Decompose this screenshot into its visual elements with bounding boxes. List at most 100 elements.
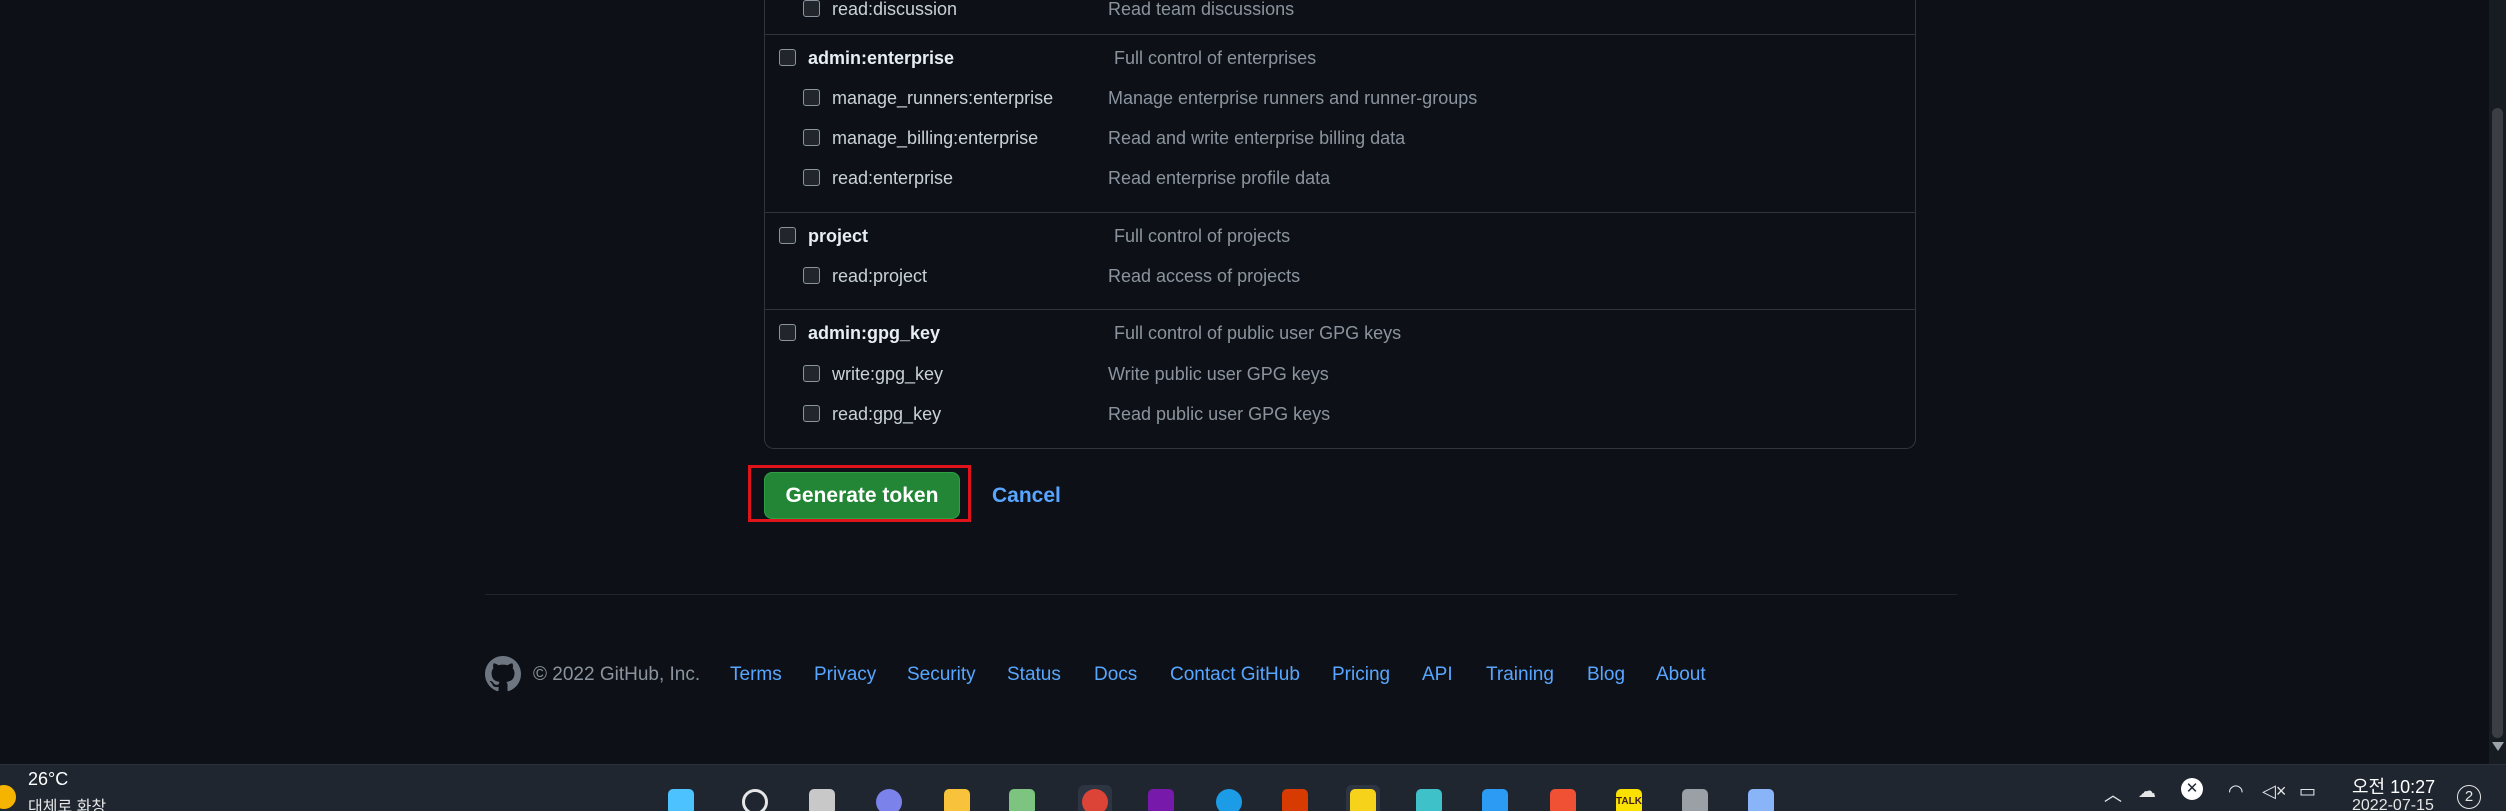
git-icon[interactable] <box>1546 785 1580 811</box>
scope-name: admin:gpg_key <box>808 323 941 343</box>
git-icon-glyph <box>1550 789 1576 811</box>
clock-time[interactable]: 오전 10:27 <box>2352 773 2435 799</box>
sticky-notes-icon[interactable] <box>1346 785 1380 811</box>
footer-divider <box>485 594 1957 595</box>
kakaotalk-icon[interactable]: TALK <box>1612 785 1646 811</box>
office-icon[interactable] <box>1278 785 1312 811</box>
scope-group-divider <box>765 212 1915 213</box>
app-star-icon-glyph <box>1416 789 1442 811</box>
scope-name: read:enterprise <box>832 168 954 188</box>
footer-link-training[interactable]: Training <box>1486 664 1554 686</box>
sticky-notes-icon-glyph <box>1350 789 1376 811</box>
wifi-icon[interactable]: ◠ <box>2228 781 2244 802</box>
settings-icon-glyph <box>1682 789 1708 811</box>
weather-temperature[interactable]: 26°C <box>28 769 68 790</box>
scope-checkbox[interactable] <box>803 129 820 146</box>
notification-count-badge[interactable]: 2 <box>2457 785 2481 809</box>
battery-charging-icon[interactable]: ▭ <box>2299 781 2316 802</box>
notepad-icon[interactable] <box>1005 785 1039 811</box>
chevron-up-icon[interactable]: ︿ <box>2104 781 2122 807</box>
footer-link-contact-github[interactable]: Contact GitHub <box>1170 664 1300 686</box>
search-icon-glyph <box>742 789 768 811</box>
scope-checkbox[interactable] <box>803 169 820 186</box>
scope-row: admin:gpg_key Full control of public user… <box>765 312 1915 352</box>
scope-description: Full control of public user GPG keys <box>1114 323 1402 343</box>
notepad-icon-glyph <box>1009 789 1035 811</box>
scope-name: read:project <box>832 266 928 286</box>
footer: © 2022 GitHub, Inc. Terms Privacy Security… <box>485 656 1957 696</box>
start-icon[interactable] <box>664 785 698 811</box>
footer-link-status[interactable]: Status <box>1007 664 1061 686</box>
scope-checkbox[interactable] <box>803 365 820 382</box>
footer-link-pricing[interactable]: Pricing <box>1332 664 1390 686</box>
scope-name: read:gpg_key <box>832 404 942 424</box>
generate-token-button[interactable]: Generate token <box>764 472 960 519</box>
scope-name: manage_runners:enterprise <box>832 88 1054 108</box>
scope-checkbox[interactable] <box>779 49 796 66</box>
scope-description: Read and write enterprise billing data <box>1108 128 1406 148</box>
scope-checkbox[interactable] <box>803 267 820 284</box>
scope-checkbox[interactable] <box>803 0 820 17</box>
cancel-link[interactable]: Cancel <box>992 484 1061 508</box>
search-icon[interactable] <box>738 785 772 811</box>
calculator-icon[interactable] <box>1744 785 1778 811</box>
onenote-icon[interactable] <box>1144 785 1178 811</box>
scope-row: manage_billing:enterprise Read and write … <box>765 117 1915 157</box>
footer-link-security[interactable]: Security <box>907 664 976 686</box>
footer-link-privacy[interactable]: Privacy <box>814 664 876 686</box>
calculator-icon-glyph <box>1748 789 1774 811</box>
status-x-icon[interactable]: ✕ <box>2181 778 2203 800</box>
volume-muted-icon[interactable]: ◁× <box>2262 781 2286 802</box>
onenote-icon-glyph <box>1148 789 1174 811</box>
scope-checkbox[interactable] <box>779 324 796 341</box>
scope-checkbox[interactable] <box>779 227 796 244</box>
file-explorer-icon-glyph <box>944 789 970 811</box>
scope-group-divider <box>765 309 1915 310</box>
clock-date[interactable]: 2022-07-15 <box>2352 797 2434 811</box>
weather-sun-icon[interactable] <box>0 785 16 809</box>
vscode-icon[interactable] <box>1478 785 1512 811</box>
footer-link-blog[interactable]: Blog <box>1587 664 1625 686</box>
kakaotalk-label: TALK <box>1616 789 1642 811</box>
scope-group-divider <box>765 34 1915 35</box>
app-star-icon[interactable] <box>1412 785 1446 811</box>
scope-name: admin:enterprise <box>808 48 955 68</box>
vscode-icon-glyph <box>1482 789 1508 811</box>
scroll-down-arrow-icon[interactable] <box>2492 742 2504 751</box>
chrome-icon-glyph <box>1082 789 1108 811</box>
scope-row: read:discussion Read team discussions <box>765 0 1915 28</box>
onedrive-icon[interactable]: ☁ <box>2138 781 2156 802</box>
file-explorer-icon[interactable] <box>940 785 974 811</box>
scope-description: Read team discussions <box>1108 0 1295 19</box>
weather-description[interactable]: 대체로 화창 <box>28 793 106 811</box>
scope-description: Read access of projects <box>1108 266 1301 286</box>
scope-checkbox[interactable] <box>803 405 820 422</box>
footer-link-docs[interactable]: Docs <box>1094 664 1137 686</box>
scope-description: Full control of enterprises <box>1114 48 1317 68</box>
scope-description: Read public user GPG keys <box>1108 404 1331 424</box>
scope-description: Full control of projects <box>1114 226 1291 246</box>
scope-name: manage_billing:enterprise <box>832 128 1039 148</box>
scopes-table: read:discussion Read team discussions admi… <box>764 0 1916 449</box>
scope-row: read:gpg_key Read public user GPG keys <box>765 393 1915 433</box>
scope-name: read:discussion <box>832 0 958 19</box>
chrome-icon[interactable] <box>1078 785 1112 811</box>
windows-taskbar: 26°C 대체로 화창 TALK ︿ ☁ ✕ ◠ ◁× ▭ 오전 10:27 2… <box>0 764 2506 811</box>
edge-icon-glyph <box>1216 789 1242 811</box>
scope-row: manage_runners:enterprise Manage enterpri… <box>765 77 1915 117</box>
scrollbar-thumb[interactable] <box>2492 108 2503 738</box>
scope-row: write:gpg_key Write public user GPG keys <box>765 353 1915 393</box>
footer-link-about[interactable]: About <box>1656 664 1706 686</box>
github-logo-icon[interactable] <box>485 656 521 692</box>
teams-chat-icon[interactable] <box>872 785 906 811</box>
footer-link-terms[interactable]: Terms <box>730 664 782 686</box>
scope-row: admin:enterprise Full control of enterpri… <box>765 37 1915 77</box>
footer-link-api[interactable]: API <box>1422 664 1453 686</box>
task-view-icon[interactable] <box>805 785 839 811</box>
scope-checkbox[interactable] <box>803 89 820 106</box>
edge-icon[interactable] <box>1212 785 1246 811</box>
page-scrollbar[interactable] <box>2489 0 2506 764</box>
scope-description: Write public user GPG keys <box>1108 364 1329 384</box>
settings-icon[interactable] <box>1678 785 1712 811</box>
scope-row: read:enterprise Read enterprise profile d… <box>765 157 1915 197</box>
